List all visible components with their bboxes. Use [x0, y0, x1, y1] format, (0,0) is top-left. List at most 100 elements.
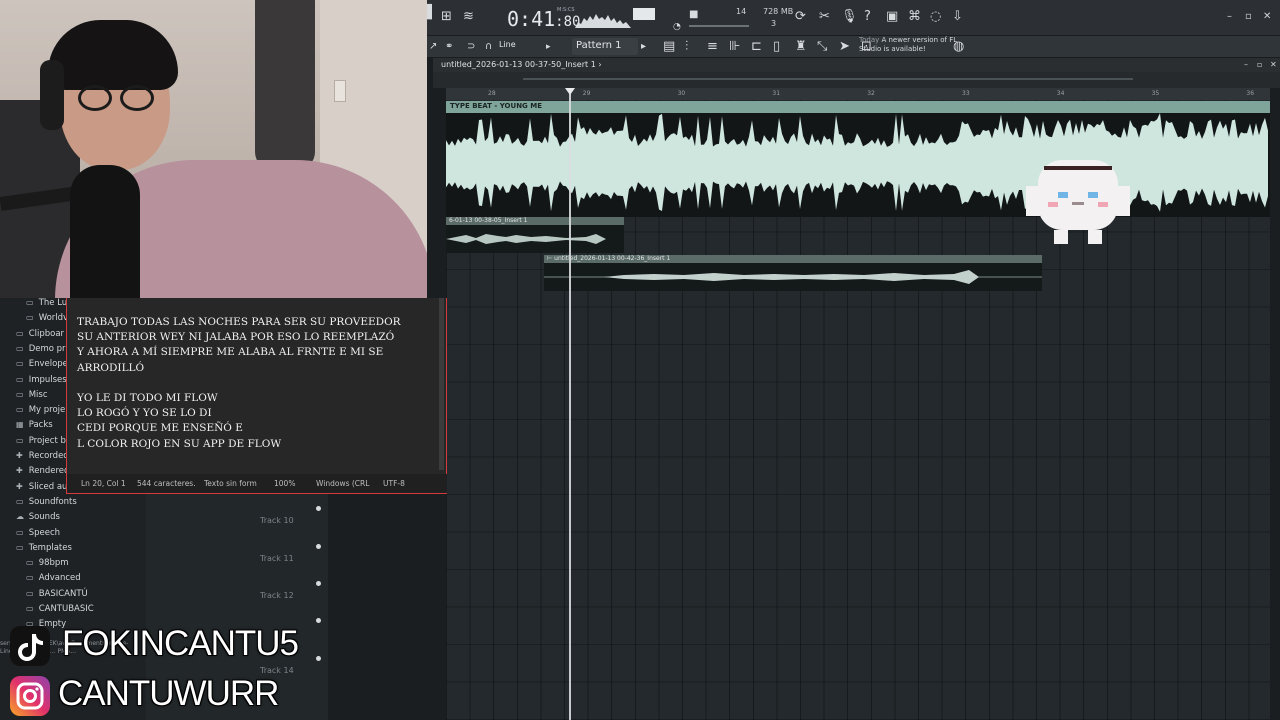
cut-tool-icon[interactable]: ✂ — [819, 10, 830, 24]
track-mute-led[interactable] — [316, 618, 321, 623]
track-label[interactable]: Track 12 — [260, 591, 294, 600]
track-mute-led[interactable] — [316, 506, 321, 511]
playlist-scroll-overview[interactable] — [433, 72, 1280, 88]
browser-item-label: Misc — [26, 389, 48, 400]
project-icon[interactable]: ▯ — [773, 40, 780, 54]
save-icon[interactable]: ▣ — [886, 10, 898, 24]
snap-selector[interactable]: Line — [499, 40, 516, 49]
chat-icon[interactable]: ◌ — [930, 10, 941, 24]
notepad-window[interactable]: TRABAJO TODAS LAS NOCHES PARA SER SU PRO… — [66, 298, 447, 494]
magnet-icon[interactable]: ⊃ — [467, 40, 475, 54]
plugin-icon[interactable]: ⌘ — [908, 10, 921, 24]
pixel-ghost-mascot — [1018, 150, 1138, 250]
browser-item[interactable]: ▭ Templates — [16, 543, 72, 553]
browser-item[interactable]: ✚ Sliced au — [16, 482, 67, 492]
stop-icon[interactable]: ■ — [689, 8, 698, 22]
add-pattern-icon[interactable]: ▸ — [641, 40, 646, 54]
playhead-marker-icon[interactable] — [565, 88, 575, 95]
track-mute-led[interactable] — [316, 581, 321, 586]
menu-edge-icon[interactable]: ▌ — [427, 6, 437, 20]
browser-item-label: Worldv — [36, 313, 69, 324]
browser-item[interactable]: ▭ Demo pr — [16, 344, 66, 354]
arrow-icon[interactable]: ↗ — [429, 40, 437, 54]
folder-icon: ▭ — [16, 328, 24, 338]
glasses-right — [120, 85, 154, 111]
main-toolbar: ▌ ⊞ ≋ 0:41:80 M:S:CS ■ ◔ 14 728 MB 3 ⟳ ✂… — [427, 0, 1280, 36]
browser-icon[interactable]: ⊏ — [751, 40, 762, 54]
browser-item[interactable]: ▭ My proje — [16, 405, 65, 415]
browser-item-label: Advanced — [36, 573, 81, 584]
browser-item[interactable]: ▭ Envelope — [16, 359, 68, 369]
browser-item[interactable]: ▭ Speech — [16, 528, 60, 538]
browser-item[interactable]: ▭ Impulses — [16, 375, 67, 385]
playlist-close-icon[interactable]: ✕ — [1270, 60, 1277, 69]
link-icon[interactable]: ⚭ — [445, 40, 453, 54]
browser-item[interactable]: ▭ Worldv — [26, 313, 68, 323]
download-icon[interactable]: ⇩ — [952, 10, 963, 24]
mic-icon[interactable]: 🎙 — [841, 10, 858, 24]
polyphony-count: 3 — [771, 19, 777, 28]
plus-icon: ✚ — [16, 466, 23, 476]
track-mute-led[interactable] — [316, 656, 321, 661]
folder-icon: ▭ — [16, 343, 24, 353]
browser-item[interactable]: ▭ Advanced — [26, 573, 81, 583]
audio-clip-2[interactable] — [446, 225, 624, 253]
browser-item[interactable]: ▭ Project b — [16, 436, 66, 446]
track-label[interactable]: Track 10 — [260, 516, 294, 525]
minimize-icon[interactable]: – — [1227, 11, 1232, 22]
notepad-statusbar: Ln 20, Col 1 544 caracteres. Texto sin f… — [67, 474, 447, 493]
browser-item[interactable]: ☁ Sounds — [16, 512, 60, 522]
playlist-titlebar[interactable]: untitled_2026-01-13 00-37-50_Insert 1 › — [433, 58, 1280, 72]
mixer-icon[interactable]: ⊪ — [729, 40, 740, 54]
audio-clip-3[interactable] — [544, 263, 1042, 291]
globe-icon[interactable]: ◍ — [953, 40, 964, 54]
metronome-icon[interactable]: ◔ — [673, 20, 681, 34]
browser-item-label: Envelope — [26, 359, 68, 370]
folder-icon: ▭ — [26, 558, 34, 568]
playlist-minimize-icon[interactable]: – — [1244, 60, 1248, 69]
step-edit-icon[interactable]: ≋ — [463, 10, 474, 24]
master-volume-slider[interactable] — [689, 25, 749, 27]
time-unit-label: M:S:CS — [557, 7, 575, 13]
browser-item[interactable]: ✚ Recorded — [16, 451, 69, 461]
channel-rack-icon[interactable]: ⫶ — [685, 40, 688, 54]
browser-item-label: Impulses — [26, 374, 67, 385]
browser-item[interactable]: ▭ Clipboar — [16, 329, 64, 339]
plugin-picker-icon[interactable]: ♜ — [795, 40, 807, 54]
track-label[interactable]: Track 11 — [260, 554, 294, 563]
undo-history-icon[interactable]: ⟳ — [795, 10, 806, 24]
track-mute-led[interactable] — [316, 544, 321, 549]
browser-item[interactable]: ▭ CANTUBASIC — [26, 604, 94, 614]
browser-item-label: Clipboar — [26, 328, 65, 339]
browser-item[interactable]: ✚ Rendered — [16, 466, 69, 476]
ruler-bar-number: 33 — [962, 90, 970, 97]
audio-clip-2-header[interactable]: 6-01-13 00-38-05_Insert 1 — [446, 217, 624, 225]
horizontal-scrollbar[interactable] — [523, 78, 1133, 80]
notepad-text-area[interactable]: TRABAJO TODAS LAS NOCHES PARA SER SU PRO… — [77, 315, 439, 452]
playhead[interactable] — [569, 88, 571, 720]
clip-3-label: untitled_2026-01-13 00-42-36_Insert 1 — [554, 255, 671, 262]
play-arrow-icon[interactable]: ▸ — [546, 40, 551, 54]
playlist-maximize-icon[interactable]: ▫ — [1257, 60, 1262, 69]
browser-item[interactable]: ▭ The Lu — [26, 298, 67, 308]
snap-icon[interactable]: ∩ — [485, 40, 492, 54]
browser-item[interactable]: ▦ Packs — [16, 420, 53, 430]
maximize-icon[interactable]: ▫ — [1245, 11, 1252, 22]
browser-item[interactable]: ▭ Misc — [16, 390, 48, 400]
pattern-selector[interactable]: Pattern 1 — [572, 38, 638, 55]
zoom-level[interactable]: 100% — [274, 479, 295, 488]
piano-roll-icon[interactable]: ≡ — [707, 40, 718, 54]
browser-item[interactable]: ▭ Soundfonts — [16, 497, 77, 507]
tuning-icon[interactable]: ➤ — [839, 40, 850, 54]
browser-item[interactable]: ▭ 98bpm — [26, 558, 69, 568]
playlist-icon[interactable]: ▤ — [663, 40, 675, 54]
close-icon[interactable]: ✕ — [1263, 11, 1271, 22]
browser-item[interactable]: ▭ BASICANTÚ — [26, 589, 88, 599]
microphone — [70, 165, 140, 298]
char-count: 544 caracteres. — [137, 479, 196, 488]
audio-clip-3-header[interactable]: ⊢ untitled_2026-01-13 00-42-36_Insert 1 — [544, 255, 1042, 263]
tempo-icon[interactable]: ⤡ — [817, 40, 827, 54]
help-icon[interactable]: ? — [864, 10, 871, 24]
typing-keyboard-icon[interactable]: ⊞ — [441, 10, 452, 24]
notepad-scrollbar[interactable] — [439, 298, 444, 470]
